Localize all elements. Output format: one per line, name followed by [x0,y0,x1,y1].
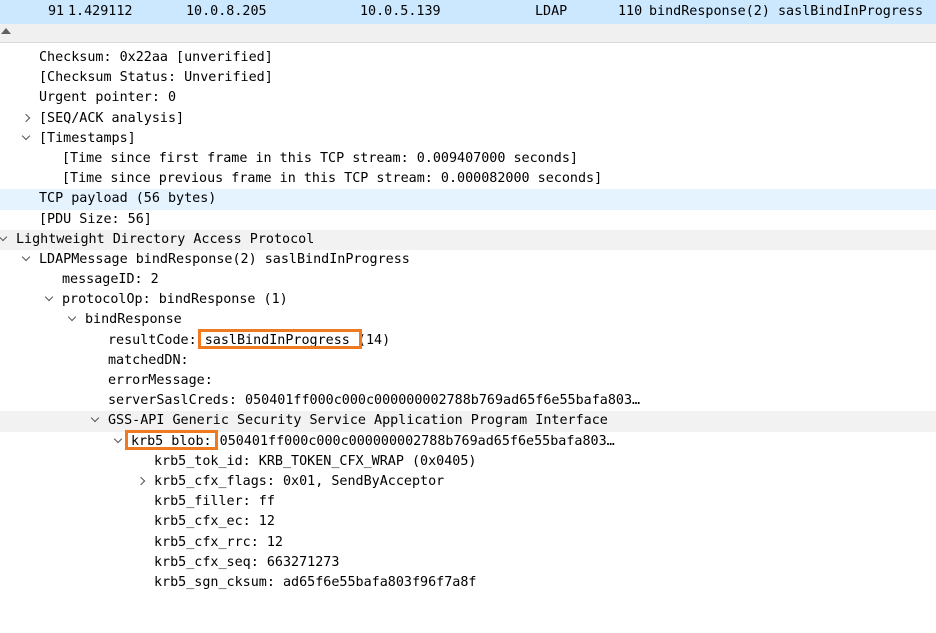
tree-item-krb5-cfx-ec[interactable]: krb5_cfx_ec: 12 [0,512,936,532]
result-code-number: (14) [349,332,391,348]
tree-item-krb5-sgn-cksum[interactable]: krb5_sgn_cksum: ad65f6e55bafa803f96f7a8f [0,573,936,593]
tree-item-krb5-cfx-flags[interactable]: krb5_cfx_flags: 0x01, SendByAcceptor [0,472,936,492]
packet-info: bindResponse(2) saslBindInProgress [649,4,924,19]
tree-item-ldap[interactable]: Lightweight Directory Access Protocol [0,229,936,250]
tree-item-krb5-blob[interactable]: krb5_blob: 050401ff000c000c000000002788b… [0,429,936,452]
packet-time: 1.429112 [68,4,133,19]
tree-item-error-message[interactable]: errorMessage: [0,371,936,391]
tree-item-bind-response[interactable]: bindResponse [0,310,936,330]
tree-item-krb5-cfx-seq[interactable]: krb5_cfx_seq: 663271273 [0,553,936,573]
tree-item-matched-dn[interactable]: matchedDN: [0,351,936,371]
tree-item-ldap-message[interactable]: LDAPMessage bindResponse(2) saslBindInPr… [0,250,936,270]
tree-item-result-code[interactable]: resultCode: saslBindInProgress (14) [0,328,936,351]
krb5-blob-value: 050401ff000c000c000000002788b769ad65f6e5… [211,433,615,449]
tree-item-urgent-pointer[interactable]: Urgent pointer: 0 [0,88,936,108]
packet-protocol: LDAP [535,4,568,19]
pane-scrollbar[interactable] [0,24,936,43]
collapse-arrow-icon[interactable] [90,411,102,431]
tree-item-krb5-tok-id[interactable]: krb5_tok_id: KRB_TOKEN_CFX_WRAP (0x0405) [0,452,936,472]
packet-details-tree: Checksum: 0x22aa [unverified] [Checksum … [0,48,936,593]
tree-item-message-id[interactable]: messageID: 2 [0,270,936,290]
tree-item-checksum-status[interactable]: [Checksum Status: Unverified] [0,68,936,88]
packet-source: 10.0.8.205 [186,4,267,19]
scroll-up-arrow-icon[interactable] [1,28,11,34]
expand-arrow-icon[interactable] [23,109,35,129]
result-code-label: resultCode: [108,332,205,348]
packet-list-row-selected[interactable]: 91 1.429112 10.0.8.205 10.0.5.139 LDAP 1… [0,0,936,24]
tree-item-server-sasl-creds[interactable]: serverSaslCreds: 050401ff000c000c0000000… [0,391,936,411]
packet-number: 91 [48,4,65,19]
collapse-arrow-icon[interactable] [21,129,33,149]
tree-item-time-first[interactable]: [Time since first frame in this TCP stre… [0,149,936,169]
tree-item-tcp-payload[interactable]: TCP payload (56 bytes) [0,189,936,210]
collapse-arrow-icon[interactable] [113,432,125,452]
krb5-blob-label: krb5_blob: [131,433,212,449]
collapse-arrow-icon[interactable] [21,250,33,270]
collapse-arrow-icon[interactable] [0,230,10,250]
expand-arrow-icon[interactable] [138,472,150,492]
tree-item-checksum[interactable]: Checksum: 0x22aa [unverified] [0,48,936,68]
tree-item-krb5-cfx-rrc[interactable]: krb5_cfx_rrc: 12 [0,533,936,553]
result-code-value: saslBindInProgress [204,332,350,348]
packet-destination: 10.0.5.139 [360,4,441,19]
tree-item-seq-ack[interactable]: [SEQ/ACK analysis] [0,109,936,129]
tree-item-krb5-filler[interactable]: krb5_filler: ff [0,492,936,512]
tree-item-protocol-op[interactable]: protocolOp: bindResponse (1) [0,290,936,310]
tree-item-time-previous[interactable]: [Time since previous frame in this TCP s… [0,169,936,189]
tree-item-gss-api[interactable]: GSS-API Generic Security Service Applica… [0,411,936,432]
packet-length: 110 [618,4,643,19]
collapse-arrow-icon[interactable] [44,290,56,310]
tree-item-timestamps[interactable]: [Timestamps] [0,129,936,149]
tree-item-pdu-size[interactable]: [PDU Size: 56] [0,210,936,230]
collapse-arrow-icon[interactable] [67,310,79,330]
